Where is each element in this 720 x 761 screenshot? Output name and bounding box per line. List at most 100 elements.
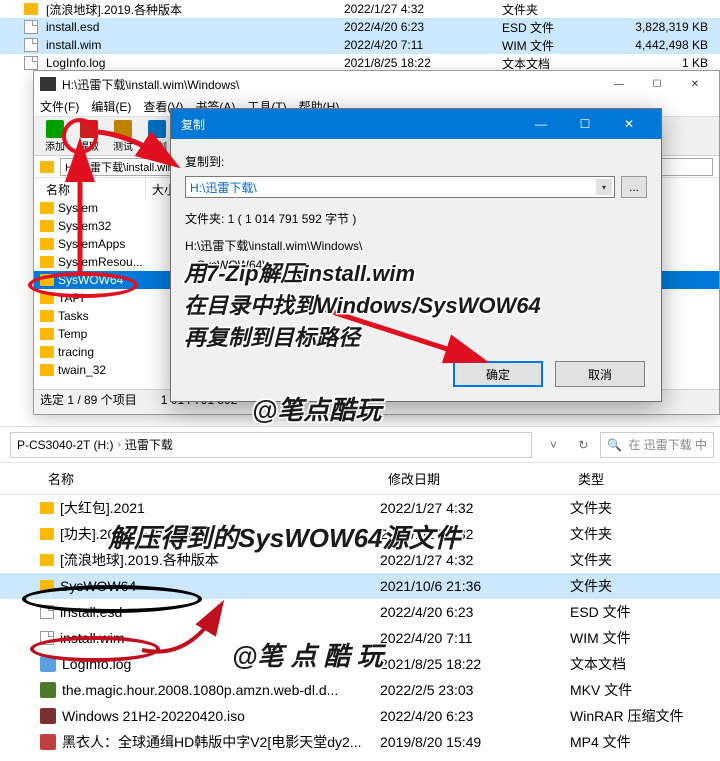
- file-name: Windows 21H2-20220420.iso: [62, 708, 245, 724]
- browse-button[interactable]: ...: [621, 176, 647, 198]
- folder-icon: [40, 528, 54, 540]
- toolbar-ext-button[interactable]: 提取: [74, 120, 104, 153]
- folder-icon: [40, 256, 54, 268]
- file-date: 2022/1/27 4:32: [344, 2, 494, 16]
- log-icon: [40, 656, 56, 672]
- file-row[interactable]: install.esd 2022/4/20 6:23 ESD 文件 3,828,…: [0, 18, 720, 36]
- toolbar-test-button[interactable]: 测试: [108, 120, 138, 153]
- copy-dialog-title: 复制: [181, 116, 205, 133]
- search-icon: 🔍: [607, 438, 622, 452]
- item-name: SystemResou...: [58, 255, 158, 269]
- rar-icon: [40, 708, 56, 724]
- file-date: 2022/1/27 4:32: [380, 500, 570, 516]
- dialog-close-button[interactable]: ✕: [607, 109, 651, 139]
- item-name: SysWOW64: [58, 273, 158, 287]
- ext-icon: [80, 120, 98, 138]
- menu-item[interactable]: 文件(F): [40, 98, 79, 115]
- file-date: 2021/8/25 18:22: [380, 656, 570, 672]
- file-date: 2019/8/20 15:49: [380, 734, 570, 750]
- maximize-button[interactable]: ☐: [639, 74, 675, 94]
- file-row[interactable]: install.wim 2022/4/20 7:11 WIM 文件 4,442,…: [0, 36, 720, 54]
- destination-value: H:\迅雷下载\: [190, 179, 257, 196]
- toolbar-copy-button[interactable]: 复制: [142, 120, 172, 153]
- col-name[interactable]: 名称: [40, 178, 146, 199]
- folder-icon: [40, 346, 54, 358]
- files-info: 文件夹: 1 ( 1 014 791 592 字节 ): [185, 210, 647, 227]
- copy-dialog-titlebar[interactable]: 复制 — ☐ ✕: [171, 109, 661, 139]
- item-name: SystemApps: [58, 237, 158, 251]
- breadcrumb-folder[interactable]: 迅雷下载: [125, 436, 173, 453]
- combo-arrow-icon[interactable]: ▾: [596, 179, 612, 195]
- file-size: 3,828,319 KB: [635, 20, 720, 34]
- folder-icon: [40, 554, 54, 566]
- col-type[interactable]: 类型: [570, 469, 720, 488]
- source-path-2: SysWOW64\: [185, 258, 647, 272]
- file-type: 文件夹: [570, 498, 720, 518]
- file-type: 文件夹: [570, 524, 720, 544]
- folder-icon: [40, 502, 54, 514]
- file-type: WIM 文件: [570, 628, 720, 648]
- ok-button[interactable]: 确定: [453, 361, 543, 387]
- file-name: LogInfo.log: [62, 656, 131, 672]
- file-name: LogInfo.log: [46, 56, 336, 70]
- file-date: 2022/4/20 6:23: [380, 708, 570, 724]
- item-name: System32: [58, 219, 158, 233]
- file-row[interactable]: install.esd 2022/4/20 6:23 ESD 文件: [0, 599, 720, 625]
- folder-icon: [40, 220, 54, 232]
- breadcrumb-drive[interactable]: P-CS3040-2T (H:): [17, 438, 113, 452]
- menu-item[interactable]: 编辑(E): [91, 98, 131, 115]
- explorer-navbar: P-CS3040-2T (H:) › 迅雷下载 ˅ ↻ 🔍 在 迅雷下载 中: [0, 427, 720, 463]
- file-type: ESD 文件: [570, 602, 720, 622]
- chevron-right-icon: ›: [117, 439, 120, 450]
- status-selected: 选定 1 / 89 个项目: [40, 391, 137, 408]
- file-row[interactable]: the.magic.hour.2008.1080p.amzn.web-dl.d.…: [0, 677, 720, 703]
- file-date: 2021/8/25 18:22: [344, 56, 494, 70]
- file-name: [大红包].2021: [60, 498, 145, 518]
- test-icon: [114, 120, 132, 138]
- file-row[interactable]: [大红包].2021 2022/1/27 4:32 文件夹: [0, 495, 720, 521]
- file-size: 4,442,498 KB: [635, 38, 720, 52]
- file-icon: [40, 605, 54, 619]
- dropdown-icon[interactable]: ˅: [540, 433, 566, 457]
- search-placeholder: 在 迅雷下载 中: [628, 436, 707, 453]
- file-row[interactable]: 黑衣人：全球通缉HD韩版中字V2[电影天堂dy2... 2019/8/20 15…: [0, 729, 720, 755]
- mp4-icon: [40, 734, 56, 750]
- col-name[interactable]: 名称: [40, 469, 380, 488]
- add-icon: [46, 120, 64, 138]
- file-row[interactable]: SysWOW64 2021/10/6 21:36 文件夹: [0, 573, 720, 599]
- file-type: 文件夹: [570, 550, 720, 570]
- destination-combo[interactable]: H:\迅雷下载\ ▾: [185, 176, 615, 198]
- file-row[interactable]: [流浪地球].2019.各种版本 2022/1/27 4:32 文件夹: [0, 0, 720, 18]
- col-date[interactable]: 修改日期: [380, 469, 570, 488]
- file-name: [功夫].2004.多版本.国粤语: [60, 524, 223, 544]
- sevenzip-titlebar[interactable]: H:\迅雷下载\install.wim\Windows\ — ☐ ✕: [34, 71, 719, 97]
- explorer-window: P-CS3040-2T (H:) › 迅雷下载 ˅ ↻ 🔍 在 迅雷下载 中 名…: [0, 426, 720, 761]
- file-row[interactable]: Windows 21H2-20220420.iso 2022/4/20 6:23…: [0, 703, 720, 729]
- item-name: tracing: [58, 345, 158, 359]
- file-row[interactable]: [流浪地球].2019.各种版本 2022/1/27 4:32 文件夹: [0, 547, 720, 573]
- file-name: [流浪地球].2019.各种版本: [60, 550, 219, 570]
- file-type: WIM 文件: [502, 37, 627, 54]
- refresh-icon[interactable]: ↻: [570, 433, 596, 457]
- explorer-file-list[interactable]: [大红包].2021 2022/1/27 4:32 文件夹[功夫].2004.多…: [0, 495, 720, 755]
- file-date: 2021/10/6 21:36: [380, 578, 570, 594]
- file-date: 2022/2/5 23:03: [380, 682, 570, 698]
- breadcrumb[interactable]: P-CS3040-2T (H:) › 迅雷下载: [10, 432, 532, 458]
- toolbar-add-button[interactable]: 添加: [40, 120, 70, 153]
- dialog-minimize-button[interactable]: —: [519, 109, 563, 139]
- file-row[interactable]: install.wim 2022/4/20 7:11 WIM 文件: [0, 625, 720, 651]
- dialog-maximize-button[interactable]: ☐: [563, 109, 607, 139]
- minimize-button[interactable]: —: [601, 74, 637, 94]
- file-icon: [24, 38, 38, 52]
- file-type: 文件夹: [502, 1, 627, 18]
- cancel-button[interactable]: 取消: [555, 361, 645, 387]
- file-row[interactable]: [功夫].2004.多版本.国粤语 2022/1/27 4:32 文件夹: [0, 521, 720, 547]
- file-row[interactable]: LogInfo.log 2021/8/25 18:22 文本文档: [0, 651, 720, 677]
- folder-icon: [40, 202, 54, 214]
- file-name: 黑衣人：全球通缉HD韩版中字V2[电影天堂dy2...: [62, 732, 361, 752]
- file-name: install.wim: [46, 38, 336, 52]
- folder-icon: [40, 292, 54, 304]
- close-button[interactable]: ✕: [677, 74, 713, 94]
- file-icon: [24, 56, 38, 70]
- search-box[interactable]: 🔍 在 迅雷下载 中: [600, 432, 714, 458]
